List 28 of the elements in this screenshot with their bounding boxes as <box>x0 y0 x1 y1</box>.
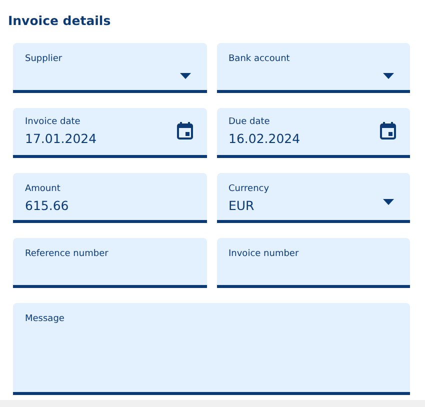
input-field[interactable]: Reference number <box>13 238 206 288</box>
field-value: 17.01.2024 <box>25 131 97 146</box>
field-label: Amount <box>25 184 62 194</box>
field-value: EUR <box>228 198 254 213</box>
date-field[interactable]: Due date 16.02.2024 <box>216 108 410 158</box>
section-title: Invoice details <box>8 13 112 28</box>
dropdown-field[interactable]: Currency EUR <box>216 173 410 223</box>
field-label: Invoice number <box>228 249 300 259</box>
calendar-icon[interactable] <box>176 122 192 140</box>
input-field[interactable]: Amount 615.66 <box>13 173 206 223</box>
message-field[interactable]: Message <box>13 303 410 395</box>
dropdown-caret-icon[interactable] <box>383 199 394 205</box>
date-field[interactable]: Invoice date 17.01.2024 <box>13 108 206 158</box>
calendar-icon[interactable] <box>380 122 396 140</box>
field-value: 16.02.2024 <box>228 131 300 146</box>
input-field[interactable]: Invoice number <box>216 238 410 288</box>
field-label: Invoice date <box>25 117 82 127</box>
field-label: Reference number <box>25 249 110 259</box>
field-value: 615.66 <box>25 198 69 213</box>
field-label: Message <box>25 314 66 324</box>
dropdown-field[interactable]: Bank account <box>216 43 410 93</box>
field-label: Currency <box>228 184 270 194</box>
field-label: Due date <box>228 117 271 127</box>
dropdown-caret-icon[interactable] <box>383 73 394 79</box>
field-label: Supplier <box>25 54 64 64</box>
field-label: Bank account <box>228 54 291 64</box>
dropdown-caret-icon[interactable] <box>180 73 190 79</box>
dropdown-field[interactable]: Supplier <box>13 43 206 93</box>
